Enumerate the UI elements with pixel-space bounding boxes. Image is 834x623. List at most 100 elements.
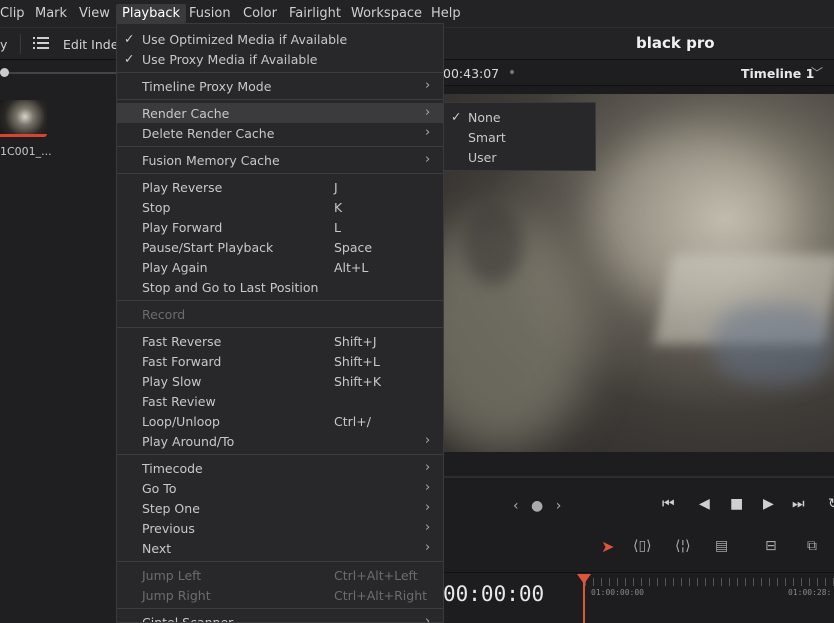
play-icon[interactable]: ▶ bbox=[763, 496, 774, 512]
toolbar-cut-label[interactable]: y bbox=[0, 37, 7, 52]
menu-item-fast-forward[interactable]: Fast Forward Shift+L bbox=[117, 351, 443, 371]
menu-separator bbox=[117, 561, 443, 562]
chevron-right-icon: › bbox=[425, 480, 431, 495]
loop-icon[interactable]: ↻ bbox=[828, 496, 834, 512]
menu-item-label: Fast Reverse bbox=[142, 334, 222, 349]
menu-item-fast-reverse[interactable]: Fast Reverse Shift+J bbox=[117, 331, 443, 351]
menu-item-use-optimized-media[interactable]: ✓ Use Optimized Media if Available bbox=[117, 29, 443, 49]
shortcut-label: K bbox=[334, 200, 343, 215]
menu-item-label: Stop bbox=[142, 200, 171, 215]
menu-item-label: Use Optimized Media if Available bbox=[142, 32, 348, 47]
menu-separator bbox=[117, 327, 443, 328]
scrub-bar[interactable] bbox=[443, 476, 834, 478]
menu-item-step-one[interactable]: Step One › bbox=[117, 498, 443, 518]
menu-item-label: Play Around/To bbox=[142, 434, 235, 449]
submenu-item-none[interactable]: ✓ None bbox=[444, 107, 595, 127]
menu-item-pause-start-playback[interactable]: Pause/Start Playback Space bbox=[117, 237, 443, 257]
chevron-right-icon: › bbox=[425, 614, 431, 623]
menu-fusion[interactable]: Fusion bbox=[189, 6, 231, 21]
menu-item-label: Stop and Go to Last Position bbox=[142, 280, 319, 295]
skip-back-icon[interactable]: ⏮ bbox=[662, 496, 675, 512]
menu-item-label: Record bbox=[142, 307, 186, 322]
playhead-handle[interactable] bbox=[577, 574, 591, 584]
menu-clip[interactable]: Clip bbox=[0, 6, 25, 21]
menu-item-play-reverse[interactable]: Play Reverse J bbox=[117, 177, 443, 197]
play-reverse-icon[interactable]: ◀ bbox=[699, 496, 710, 512]
insert-clip-icon[interactable]: ⊟ bbox=[765, 538, 777, 554]
clip-usage-bar bbox=[0, 134, 47, 137]
timeline-selector[interactable]: Timeline 1 bbox=[741, 66, 814, 81]
submenu-item-label: None bbox=[468, 110, 501, 125]
stop-icon[interactable]: ■ bbox=[730, 496, 743, 512]
submenu-item-user[interactable]: User bbox=[444, 147, 595, 167]
shortcut-label: Shift+L bbox=[334, 354, 380, 369]
menu-item-fusion-memory-cache[interactable]: Fusion Memory Cache › bbox=[117, 150, 443, 170]
blade-icon[interactable]: ▤ bbox=[715, 538, 728, 554]
menu-mark[interactable]: Mark bbox=[35, 6, 67, 21]
submenu-item-label: User bbox=[468, 150, 497, 165]
submenu-item-label: Smart bbox=[468, 130, 506, 145]
overwrite-clip-icon[interactable]: ⧉ bbox=[807, 538, 817, 554]
trim-edit-icon[interactable]: ⟨▯⟩ bbox=[633, 538, 652, 554]
menu-item-timeline-proxy-mode[interactable]: Timeline Proxy Mode › bbox=[117, 76, 443, 96]
menu-item-label: Pause/Start Playback bbox=[142, 240, 274, 255]
submenu-item-smart[interactable]: Smart bbox=[444, 127, 595, 147]
menu-item-play-around-to[interactable]: Play Around/To › bbox=[117, 431, 443, 451]
menu-item-render-cache[interactable]: Render Cache › bbox=[117, 103, 443, 123]
menu-item-label: Step One bbox=[142, 501, 200, 516]
menu-item-use-proxy-media[interactable]: ✓ Use Proxy Media if Available bbox=[117, 49, 443, 69]
thumbnail-zoom-slider[interactable] bbox=[0, 72, 116, 74]
shortcut-label: Alt+L bbox=[334, 260, 369, 275]
dynamic-trim-icon[interactable]: ⟨¦⟩ bbox=[675, 538, 691, 554]
menu-help[interactable]: Help bbox=[431, 6, 461, 21]
menu-item-previous[interactable]: Previous › bbox=[117, 518, 443, 538]
menu-item-label: Use Proxy Media if Available bbox=[142, 52, 318, 67]
slider-knob[interactable] bbox=[0, 68, 9, 77]
menu-item-play-forward[interactable]: Play Forward L bbox=[117, 217, 443, 237]
menu-item-delete-render-cache[interactable]: Delete Render Cache › bbox=[117, 123, 443, 143]
shortcut-label: Shift+J bbox=[334, 334, 377, 349]
menu-item-label: Play Forward bbox=[142, 220, 223, 235]
menu-item-loop-unloop[interactable]: Loop/Unloop Ctrl+/ bbox=[117, 411, 443, 431]
menu-item-play-slow[interactable]: Play Slow Shift+K bbox=[117, 371, 443, 391]
clip-thumbnail[interactable] bbox=[0, 100, 47, 137]
checkmark-icon: ✓ bbox=[124, 31, 135, 46]
menu-item-label: Timeline Proxy Mode bbox=[142, 79, 272, 94]
menu-item-timecode[interactable]: Timecode › bbox=[117, 458, 443, 478]
menu-separator bbox=[117, 454, 443, 455]
menu-item-next[interactable]: Next › bbox=[117, 538, 443, 558]
ruler-label-next: 01:00:28: bbox=[788, 588, 832, 597]
menu-color[interactable]: Color bbox=[243, 6, 277, 21]
list-icon[interactable] bbox=[33, 36, 49, 50]
menu-item-label: Fast Forward bbox=[142, 354, 222, 369]
menu-item-label: Timecode bbox=[142, 461, 203, 476]
shortcut-label: J bbox=[334, 180, 338, 195]
menu-separator bbox=[117, 99, 443, 100]
menu-item-label: Cintel Scanner bbox=[142, 615, 234, 623]
viewer-timecode: 00:43:07 bbox=[443, 66, 500, 81]
chevron-down-icon[interactable]: ﹀ bbox=[811, 64, 823, 81]
menu-item-stop[interactable]: Stop K bbox=[117, 197, 443, 217]
menu-item-label: Play Again bbox=[142, 260, 208, 275]
menu-item-cintel-scanner[interactable]: Cintel Scanner › bbox=[117, 612, 443, 623]
menu-item-stop-go-last-position[interactable]: Stop and Go to Last Position bbox=[117, 277, 443, 297]
selection-arrow-icon[interactable]: ➤ bbox=[601, 537, 614, 556]
chevron-right-icon: › bbox=[425, 152, 431, 167]
timeline-ruler[interactable] bbox=[584, 578, 834, 623]
menu-item-fast-review[interactable]: Fast Review bbox=[117, 391, 443, 411]
menu-item-go-to[interactable]: Go To › bbox=[117, 478, 443, 498]
menu-item-label: Fast Review bbox=[142, 394, 216, 409]
menu-item-record: Record bbox=[117, 304, 443, 324]
shortcut-label: Shift+K bbox=[334, 374, 382, 389]
menu-item-play-again[interactable]: Play Again Alt+L bbox=[117, 257, 443, 277]
menu-playback[interactable]: Playback bbox=[116, 4, 187, 23]
render-cache-submenu: ✓ None Smart User bbox=[443, 102, 596, 171]
checkmark-icon: ✓ bbox=[451, 109, 462, 124]
menu-workspace[interactable]: Workspace bbox=[351, 6, 422, 21]
menu-item-label: Jump Right bbox=[142, 588, 211, 603]
menu-separator bbox=[117, 173, 443, 174]
viewer-nav-icon[interactable]: ‹ ● › bbox=[513, 498, 565, 514]
menu-fairlight[interactable]: Fairlight bbox=[289, 6, 341, 21]
skip-forward-icon[interactable]: ⏭ bbox=[792, 496, 805, 512]
menu-view[interactable]: View bbox=[79, 6, 110, 21]
